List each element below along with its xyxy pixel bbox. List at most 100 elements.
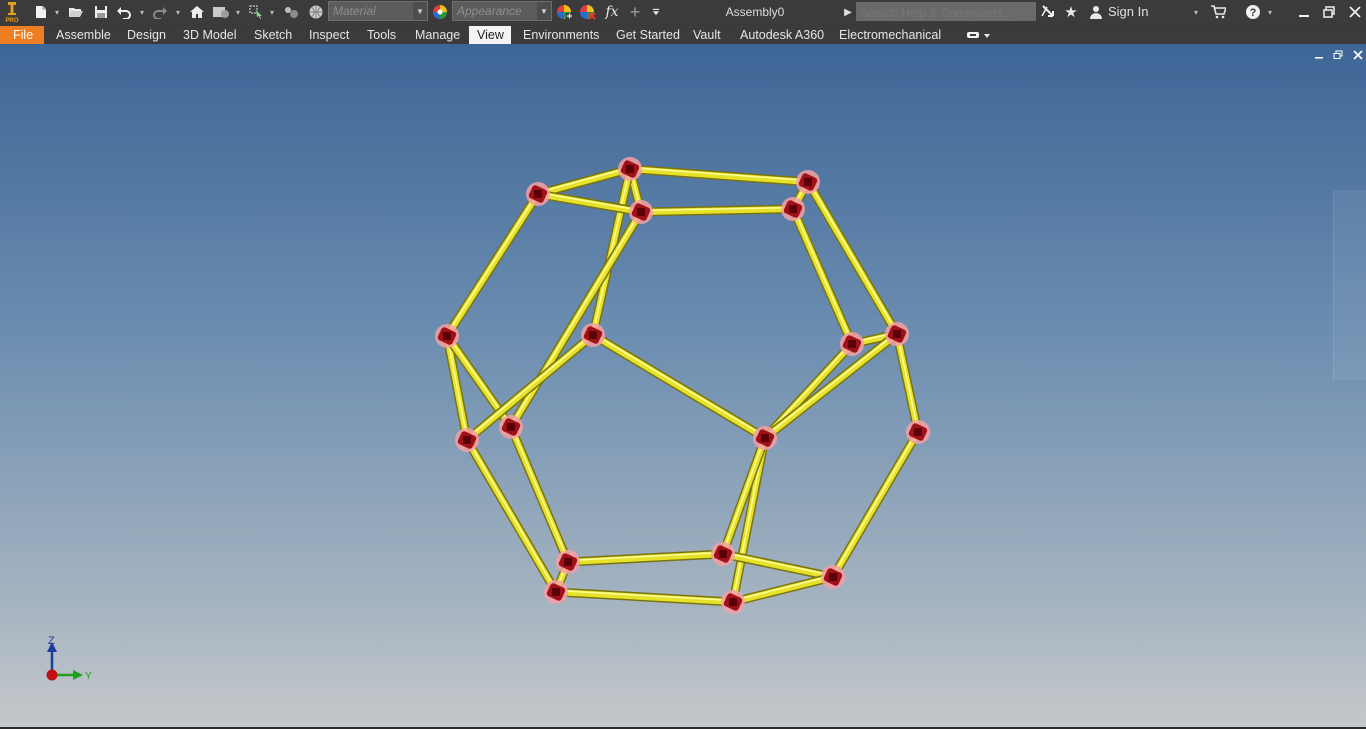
star-icon[interactable]: ★: [1062, 2, 1080, 22]
strut-highlight: [792, 207, 853, 343]
strut[interactable]: [830, 429, 921, 580]
joint-core: [443, 332, 451, 340]
user-icon[interactable]: [1087, 2, 1105, 22]
joint-core: [829, 573, 837, 581]
joint-core: [789, 205, 797, 213]
ribbon-display-toggle-icon[interactable]: [964, 26, 992, 44]
joint-core: [552, 588, 560, 596]
tab-design[interactable]: Design: [119, 26, 174, 44]
new-icon[interactable]: [32, 2, 50, 22]
tab-file[interactable]: File: [0, 26, 44, 44]
joint-core: [893, 330, 901, 338]
tab-view[interactable]: View: [469, 26, 511, 44]
chevron-down-icon: ▼: [413, 2, 427, 20]
color-sphere-icon[interactable]: [282, 2, 300, 22]
strut[interactable]: [565, 551, 726, 565]
tab-3d-model[interactable]: 3D Model: [175, 26, 245, 44]
update-icon[interactable]: [211, 2, 231, 22]
search-arrow-icon[interactable]: ▶: [844, 2, 852, 22]
redo-dropdown-icon[interactable]: ▾: [174, 2, 182, 22]
strut[interactable]: [535, 166, 633, 197]
svg-text:PRO: PRO: [5, 18, 18, 23]
help-dropdown-icon[interactable]: ▾: [1266, 2, 1274, 22]
tab-tools[interactable]: Tools: [359, 26, 404, 44]
sign-in-link[interactable]: Sign In: [1108, 0, 1148, 24]
appearance-icon[interactable]: [307, 2, 325, 22]
home-icon[interactable]: [188, 2, 206, 22]
tab-get-started[interactable]: Get Started: [608, 26, 688, 44]
joint-core: [589, 331, 597, 339]
strut[interactable]: [762, 331, 900, 441]
strut[interactable]: [508, 209, 644, 430]
tab-manage[interactable]: Manage: [407, 26, 468, 44]
sign-in-dropdown-icon[interactable]: ▾: [1192, 2, 1200, 22]
strut-highlight: [832, 430, 919, 576]
cart-icon[interactable]: [1209, 2, 1227, 22]
minimize-icon[interactable]: [1295, 2, 1313, 22]
strut[interactable]: [627, 166, 811, 185]
close-icon[interactable]: [1346, 2, 1364, 22]
tab-assemble[interactable]: Assemble: [48, 26, 119, 44]
axis-triad: Z Y: [46, 635, 92, 682]
clear-override-icon[interactable]: [578, 2, 598, 22]
strut-highlight: [764, 331, 898, 438]
joint-core: [848, 340, 856, 348]
joint-core: [804, 178, 812, 186]
fx-icon[interactable]: fx: [602, 2, 622, 22]
select-dropdown-icon[interactable]: ▾: [268, 2, 276, 22]
joint-core: [719, 550, 727, 558]
new-dropdown-icon[interactable]: ▾: [53, 2, 61, 22]
exchange-icon[interactable]: [1039, 2, 1057, 22]
strut-highlight: [807, 180, 898, 333]
strut[interactable]: [805, 179, 900, 337]
undo-icon[interactable]: [115, 2, 133, 22]
z-axis-label: Z: [48, 635, 55, 647]
appearance-combo-value: Appearance: [457, 4, 522, 18]
customize-icon[interactable]: [652, 2, 660, 22]
tab-electromechanical[interactable]: Electromechanical: [831, 26, 949, 44]
joint-core: [463, 436, 471, 444]
joint-core: [761, 434, 769, 442]
graphics-viewport[interactable]: Z Y: [0, 44, 1366, 729]
select-icon[interactable]: [248, 2, 266, 22]
tab-environments[interactable]: Environments: [515, 26, 607, 44]
strut-group: [442, 164, 923, 607]
strut[interactable]: [444, 191, 541, 339]
tab-autodesk-a360[interactable]: Autodesk A360: [732, 26, 832, 44]
strut[interactable]: [590, 332, 768, 441]
redo-icon[interactable]: [151, 2, 169, 22]
window-title: Assembly0: [725, 5, 785, 19]
tab-vault[interactable]: Vault: [685, 26, 729, 44]
open-icon[interactable]: [67, 2, 85, 22]
strut[interactable]: [730, 574, 836, 605]
material-combo[interactable]: Material ▼: [328, 1, 428, 21]
y-axis-arrow: [73, 670, 83, 680]
save-icon[interactable]: [92, 2, 110, 22]
update-dropdown-icon[interactable]: ▾: [234, 2, 242, 22]
adjust-icon[interactable]: [431, 2, 449, 22]
strut-highlight: [537, 166, 631, 194]
inventor-pro-logo-icon[interactable]: PRO: [3, 0, 21, 24]
joint-core: [534, 190, 542, 198]
dodecahedron-frame-model[interactable]: [0, 44, 1366, 684]
chevron-down-icon: ▼: [537, 2, 551, 20]
search-input[interactable]: [856, 2, 1036, 21]
strut-highlight: [510, 425, 569, 561]
override-appearance-icon[interactable]: [555, 2, 575, 22]
y-axis-label: Y: [85, 671, 92, 682]
add-icon[interactable]: +: [626, 2, 644, 22]
joint-core: [637, 208, 645, 216]
tab-inspect[interactable]: Inspect: [301, 26, 357, 44]
svg-text:?: ?: [1250, 7, 1257, 19]
appearance-combo[interactable]: Appearance ▼: [452, 1, 552, 21]
joint-core: [914, 428, 922, 436]
strut-highlight: [466, 438, 557, 591]
restore-icon[interactable]: [1320, 2, 1338, 22]
help-icon[interactable]: ?: [1244, 2, 1262, 22]
strut[interactable]: [464, 437, 559, 595]
joint-core: [626, 165, 634, 173]
undo-dropdown-icon[interactable]: ▾: [138, 2, 146, 22]
tab-sketch[interactable]: Sketch: [246, 26, 300, 44]
strut-highlight: [446, 192, 539, 335]
origin-point: [46, 669, 58, 681]
